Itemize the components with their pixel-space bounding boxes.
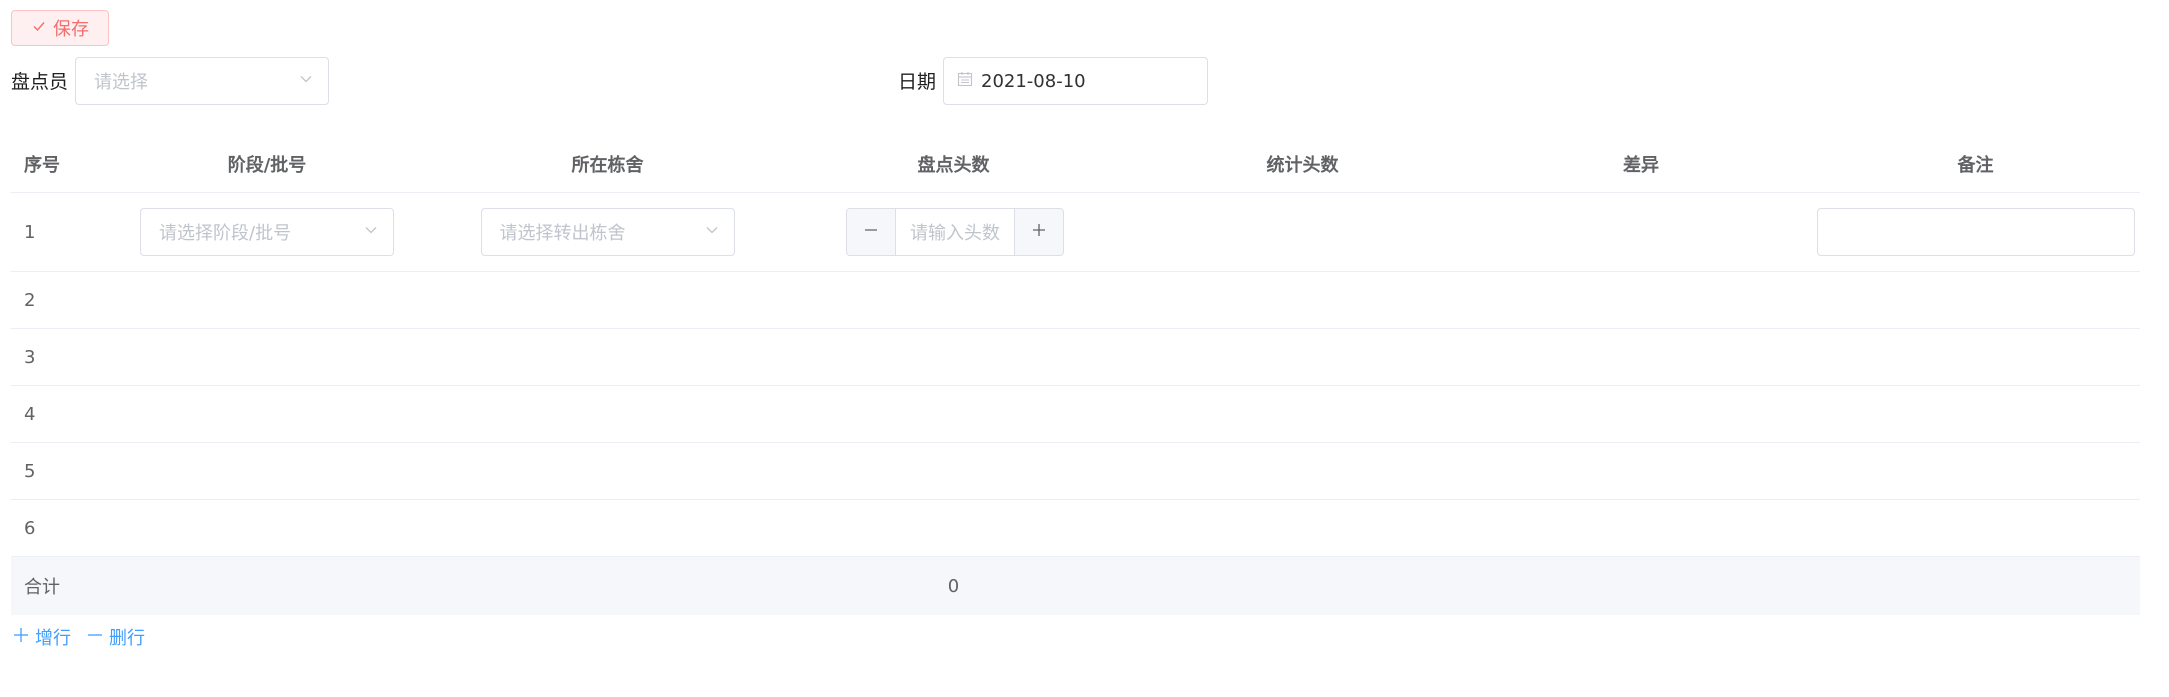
row-index: 6 bbox=[24, 517, 36, 539]
table-row: 5 bbox=[11, 443, 2140, 500]
table-row: 6 bbox=[11, 500, 2140, 557]
header-stat-count: 统计头数 bbox=[1266, 154, 1339, 176]
total-head-count: 0 bbox=[947, 575, 960, 597]
checker-label: 盘点员 bbox=[11, 71, 69, 93]
header-head-count: 盘点头数 bbox=[917, 154, 990, 176]
add-row-button[interactable]: 增行 bbox=[13, 624, 71, 650]
header-batch: 阶段/批号 bbox=[227, 154, 307, 176]
head-count-stepper: 请输入头数 bbox=[846, 208, 1064, 256]
batch-select[interactable]: 请选择阶段/批号 bbox=[140, 208, 394, 256]
save-button[interactable]: 保存 bbox=[11, 10, 109, 46]
inventory-table: 序号 阶段/批号 所在栋舍 盘点头数 统计头数 差异 备注 1 请选择阶段/批号… bbox=[11, 135, 2140, 615]
house-select-placeholder: 请选择转出栋舍 bbox=[499, 223, 626, 244]
batch-select-placeholder: 请选择阶段/批号 bbox=[159, 223, 292, 244]
row-actions: 增行 删行 bbox=[13, 624, 145, 650]
row-index: 1 bbox=[24, 221, 36, 243]
chevron-down-icon bbox=[363, 222, 379, 243]
head-count-cell: 请输入头数 bbox=[779, 193, 1128, 271]
plus-icon bbox=[13, 627, 29, 648]
table-row: 4 bbox=[11, 386, 2140, 443]
table-row: 3 bbox=[11, 329, 2140, 386]
delete-row-button[interactable]: 删行 bbox=[87, 624, 145, 650]
minus-icon bbox=[863, 222, 879, 243]
save-button-label: 保存 bbox=[53, 19, 89, 40]
header-note: 备注 bbox=[1957, 154, 1994, 176]
inventory-form-page: 保存 盘点员 请选择 日期 2021-08-10 序号 阶段/批号 所在栋舍 盘… bbox=[0, 0, 2169, 697]
table-row: 2 bbox=[11, 272, 2140, 329]
date-picker[interactable]: 2021-08-10 bbox=[943, 57, 1208, 105]
header-index: 序号 bbox=[24, 154, 60, 176]
increment-button[interactable] bbox=[1014, 209, 1063, 255]
row-index: 3 bbox=[24, 346, 36, 368]
table-total-row: 合计 0 bbox=[11, 557, 2140, 615]
date-label: 日期 bbox=[898, 71, 937, 93]
batch-cell: 请选择阶段/批号 bbox=[119, 193, 415, 271]
checker-select[interactable]: 请选择 bbox=[75, 57, 329, 105]
table-row: 1 请选择阶段/批号 请选择转出栋舍 请输入头数 bbox=[11, 193, 2140, 272]
row-index: 2 bbox=[24, 289, 36, 311]
chevron-down-icon bbox=[704, 222, 720, 243]
decrement-button[interactable] bbox=[847, 209, 896, 255]
header-house: 所在栋舍 bbox=[571, 154, 644, 176]
head-count-input[interactable]: 请输入头数 bbox=[896, 209, 1014, 255]
house-cell: 请选择转出栋舍 bbox=[445, 193, 770, 271]
house-select[interactable]: 请选择转出栋舍 bbox=[480, 208, 735, 256]
table-header-row: 序号 阶段/批号 所在栋舍 盘点头数 统计头数 差异 备注 bbox=[11, 135, 2140, 193]
row-index: 4 bbox=[24, 403, 36, 425]
date-value: 2021-08-10 bbox=[981, 70, 1086, 92]
note-input[interactable] bbox=[1816, 208, 2135, 256]
total-label: 合计 bbox=[24, 577, 60, 598]
plus-icon bbox=[1031, 222, 1047, 243]
minus-icon bbox=[87, 627, 103, 648]
header-diff: 差异 bbox=[1623, 154, 1659, 176]
check-icon bbox=[31, 18, 47, 39]
delete-row-label: 删行 bbox=[109, 628, 145, 649]
note-cell bbox=[1811, 193, 2140, 271]
chevron-down-icon bbox=[298, 71, 314, 92]
add-row-label: 增行 bbox=[35, 628, 71, 649]
calendar-icon bbox=[957, 71, 981, 92]
row-index: 5 bbox=[24, 460, 36, 482]
checker-select-placeholder: 请选择 bbox=[94, 72, 148, 93]
